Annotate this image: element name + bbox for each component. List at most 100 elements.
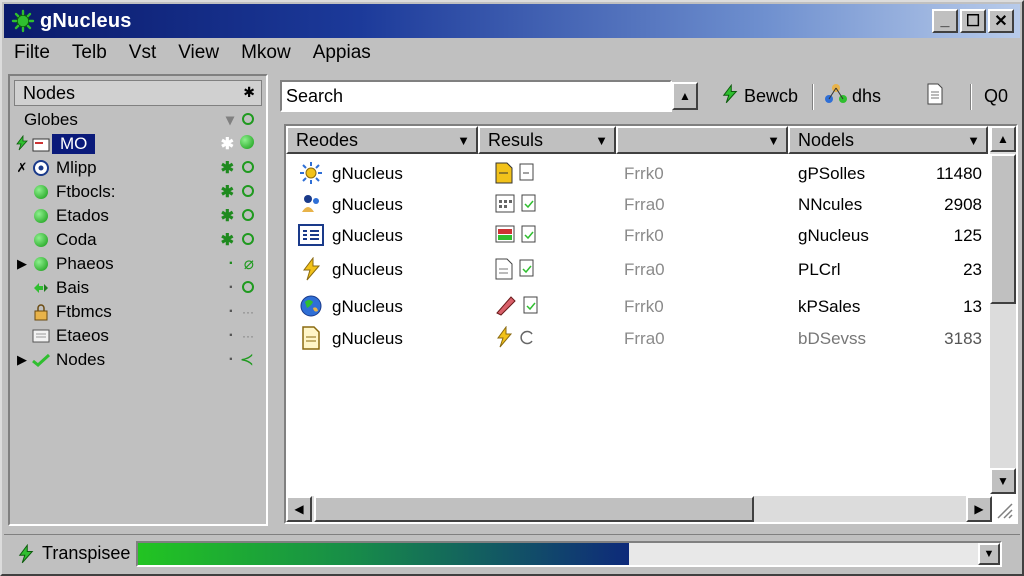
- table-row[interactable]: gNucleus Frrk0 gNucleus 125: [286, 220, 986, 252]
- expand-icon[interactable]: ▶: [14, 352, 30, 368]
- tree-item-label: Etaeos: [56, 326, 109, 345]
- column-header-reodes[interactable]: Reodes ▼: [286, 126, 478, 154]
- result-node: gPSolles: [798, 164, 866, 183]
- lightning-icon: [298, 256, 324, 282]
- status-dot-icon: [242, 110, 254, 130]
- resize-grip-icon[interactable]: [992, 498, 1014, 520]
- result-icons: [494, 192, 538, 214]
- sort-arrow-icon[interactable]: ▼: [767, 133, 780, 148]
- arrow-left-icon: ≺: [239, 350, 254, 369]
- document-button[interactable]: [926, 82, 944, 110]
- tree-item-mlipp[interactable]: ✗ Mlipp ✱: [14, 156, 262, 180]
- menu-list[interactable]: Vst: [129, 42, 156, 64]
- column-header-resuls[interactable]: Resuls ▼: [478, 126, 616, 154]
- transfer-progress-bar: [136, 541, 1002, 567]
- table-row[interactable]: gNucleus Frra0 bDSevss 3183: [286, 323, 986, 355]
- result-icons: [494, 223, 538, 245]
- tree-item-label: Coda: [56, 230, 97, 249]
- lock-icon: [30, 302, 52, 322]
- sort-arrow-icon[interactable]: ▼: [967, 133, 980, 148]
- result-node: NNcules: [798, 195, 863, 214]
- title-bar[interactable]: gNucleus _ ☐ ✕: [4, 4, 1020, 38]
- doc-link-icon: [519, 163, 534, 181]
- scroll-thumb[interactable]: [990, 154, 1016, 304]
- tree-item-globes[interactable]: Globes ▾: [14, 108, 262, 132]
- menu-edit[interactable]: Telb: [72, 42, 107, 64]
- bolt-icon: [14, 134, 30, 154]
- star-icon: ✱: [220, 184, 234, 201]
- dropdown-arrow-icon[interactable]: ▾: [226, 110, 234, 130]
- tree-item-etaeos[interactable]: Etaeos · ···: [14, 324, 262, 348]
- table-row[interactable]: gNucleus Frrk0 kPSales 13: [286, 291, 986, 323]
- scroll-left-button[interactable]: ◀: [286, 496, 312, 522]
- tree-item-mo[interactable]: MO ✱: [14, 132, 262, 156]
- result-node: bDSevss: [798, 329, 867, 348]
- vertical-scrollbar[interactable]: ▲ ▼: [990, 126, 1016, 494]
- menu-apps[interactable]: Appias: [313, 42, 371, 64]
- table-row[interactable]: gNucleus Frra0 PLCrl 23: [286, 254, 986, 286]
- horizontal-scrollbar[interactable]: ◀ ▶: [286, 496, 992, 522]
- result-name: gNucleus: [332, 260, 403, 279]
- ellipsis-icon: ···: [242, 305, 254, 319]
- star-icon: ✱: [220, 160, 234, 177]
- connect-button-label: Bewcb: [744, 85, 799, 106]
- result-status: Frrk0: [624, 164, 664, 183]
- table-row[interactable]: gNucleus Frrk0 gPSolles 11480: [286, 158, 986, 190]
- scroll-down-button[interactable]: ▼: [990, 468, 1016, 494]
- close-button[interactable]: ✕: [988, 9, 1014, 33]
- calendar-icon: [495, 194, 515, 213]
- tree-item-phaeos[interactable]: ▶ Phaeos · ⌀: [14, 252, 262, 276]
- tree-item-etados[interactable]: Etados ✱: [14, 204, 262, 228]
- status-dot-icon: [240, 134, 254, 154]
- result-count: 13: [963, 297, 982, 316]
- nodes-panel: Nodes ✱ Globes ▾ MO ✱ ✗ Mlipp ✱ Ftbocls:…: [8, 74, 268, 526]
- globe-icon: [298, 293, 324, 319]
- page-icon: [495, 258, 513, 280]
- table-row[interactable]: gNucleus Frra0 NNcules 2908: [286, 189, 986, 221]
- refresh-icon: [520, 330, 533, 345]
- share-button[interactable]: dhs: [824, 82, 881, 110]
- queue-button[interactable]: Q0: [984, 82, 1008, 110]
- window-controls: _ ☐ ✕: [932, 9, 1014, 33]
- search-dropdown-button[interactable]: ▲: [672, 82, 698, 110]
- tree-item-coda[interactable]: Coda ✱: [14, 228, 262, 252]
- maximize-button[interactable]: ☐: [960, 9, 986, 33]
- connect-button[interactable]: Bewcb: [720, 82, 798, 110]
- users-icon: [298, 191, 324, 217]
- dot-marker-icon: ·: [228, 327, 234, 344]
- menu-window[interactable]: Mkow: [241, 42, 291, 64]
- column-header-label: Resuls: [488, 129, 544, 150]
- column-header-label: Nodels: [798, 129, 855, 150]
- tree-item-ftbocls[interactable]: Ftbocls: ✱: [14, 180, 262, 204]
- tree-item-nodes[interactable]: ▶ Nodes · ≺: [14, 348, 262, 372]
- result-name: gNucleus: [332, 297, 403, 316]
- sort-arrow-icon[interactable]: ▼: [457, 133, 470, 148]
- dot-marker-icon: ·: [228, 279, 234, 296]
- menu-file[interactable]: Filte: [14, 42, 50, 64]
- results-panel: Reodes ▼ Resuls ▼ ▼ Nodels ▼ gNucleus Fr…: [284, 124, 1018, 524]
- result-icons: [494, 161, 536, 185]
- search-input[interactable]: [280, 80, 672, 112]
- collapse-icon[interactable]: ✗: [14, 160, 30, 176]
- pin-icon[interactable]: ✱: [243, 84, 255, 101]
- column-header-blank[interactable]: ▼: [616, 126, 788, 154]
- expand-icon[interactable]: ▶: [14, 256, 30, 272]
- tree-item-label: Bais: [56, 278, 90, 297]
- scroll-up-button[interactable]: ▲: [990, 126, 1016, 152]
- bolt-icon: [720, 83, 740, 109]
- column-header-nodels[interactable]: Nodels ▼: [788, 126, 988, 154]
- doc-link-icon: [523, 296, 538, 314]
- list-icon: [298, 222, 324, 248]
- tree-item-ftbmcs[interactable]: Ftbmcs · ···: [14, 300, 262, 324]
- scroll-thumb[interactable]: [314, 496, 754, 522]
- document-icon: [30, 326, 52, 346]
- menu-view[interactable]: View: [178, 42, 219, 64]
- tree-item-bais[interactable]: Bais ·: [14, 276, 262, 300]
- document-icon: [298, 325, 324, 351]
- minimize-button[interactable]: _: [932, 9, 958, 33]
- sort-arrow-icon[interactable]: ▼: [595, 133, 608, 148]
- status-dot-icon: [242, 230, 254, 250]
- status-dropdown-button[interactable]: ▼: [978, 543, 1000, 565]
- scroll-right-button[interactable]: ▶: [966, 496, 992, 522]
- ellipsis-icon: ···: [242, 329, 254, 343]
